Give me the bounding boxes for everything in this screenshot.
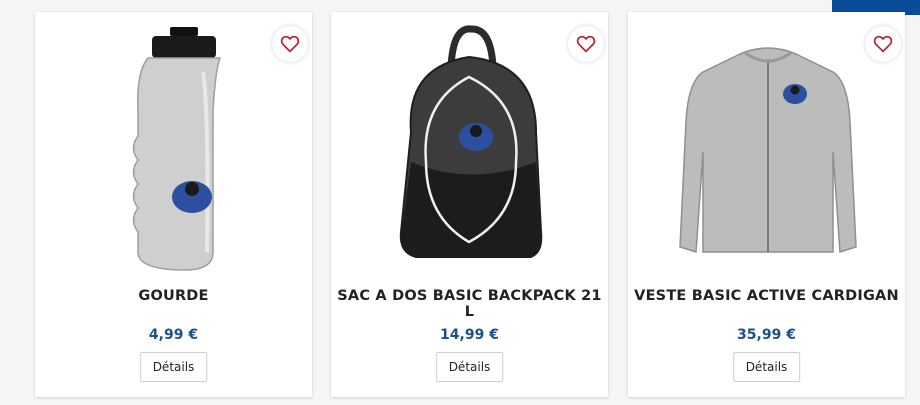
details-button[interactable]: Détails <box>732 352 801 382</box>
product-image-gourde[interactable] <box>35 12 312 284</box>
backpack-icon <box>399 25 543 258</box>
details-button[interactable]: Détails <box>139 352 208 382</box>
details-button[interactable]: Détails <box>435 352 504 382</box>
product-image-backpack[interactable] <box>331 12 608 284</box>
product-price: 35,99 € <box>737 327 796 343</box>
product-card-cardigan: VESTE BASIC ACTIVE CARDIGAN 35,99 € Déta… <box>628 12 905 397</box>
favorite-button[interactable] <box>865 26 901 62</box>
product-price: 14,99 € <box>440 327 499 343</box>
heart-outline-icon <box>280 35 300 53</box>
heart-outline-icon <box>576 35 596 53</box>
product-price: 4,99 € <box>148 327 199 343</box>
favorite-button[interactable] <box>568 26 604 62</box>
water-bottle-icon <box>132 27 222 271</box>
product-title[interactable]: VESTE BASIC ACTIVE CARDIGAN <box>628 288 905 304</box>
heart-outline-icon <box>873 35 893 53</box>
product-card-backpack: SAC A DOS BASIC BACKPACK 21 L 14,99 € Dé… <box>331 12 608 397</box>
favorite-button[interactable] <box>272 26 308 62</box>
product-title[interactable]: GOURDE <box>35 288 312 304</box>
cardigan-icon <box>679 47 857 253</box>
product-card-gourde: GOURDE 4,99 € Détails <box>35 12 312 397</box>
product-image-cardigan[interactable] <box>628 12 905 284</box>
product-title[interactable]: SAC A DOS BASIC BACKPACK 21 L <box>331 288 608 320</box>
